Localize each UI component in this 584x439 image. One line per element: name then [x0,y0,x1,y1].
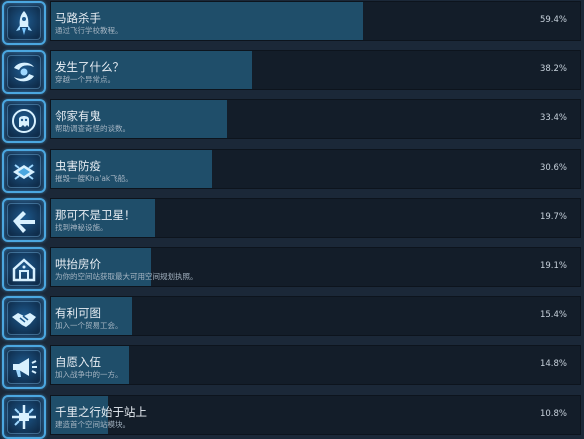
achievement-description: 找到神秘设施。 [55,223,108,232]
rocket-icon [16,11,32,35]
achievement-title: 虫害防疫 [55,159,101,173]
unlock-percentage: 19.7% [539,212,567,222]
achievement-title: 千里之行始于站上 [55,405,147,419]
unlock-percentage: 59.4% [539,15,567,25]
achievement-description: 加入一个贸易工会。 [55,321,123,330]
unlock-percentage: 38.2% [539,64,567,74]
unlock-percentage: 10.8% [539,409,567,419]
achievement-description: 摧毁一艘Kha'ak飞船。 [55,174,133,183]
unlock-percentage: 14.8% [539,359,567,369]
unlock-percentage: 15.4% [539,310,567,320]
achievement-row: 千里之行始于站上 建造首个空间站模块。 10.8% [0,394,584,439]
achievement-icon-frame [2,149,46,193]
achievement-row: 那可不是卫星！ 找到神秘设施。 19.7% [0,197,584,242]
achievement-icon-frame [2,395,46,439]
house-icon [12,258,36,282]
achievement-description: 为你的空间站获取最大可用空间规划执照。 [55,272,198,281]
achievement-description: 帮助调查奇怪的谈数。 [55,124,130,133]
achievement-description: 加入战争中的一方。 [55,370,123,379]
achievement-title: 自愿入伍 [55,355,101,369]
achievement-description: 通过飞行学校教程。 [55,26,123,35]
achievement-row: 马路杀手 通过飞行学校教程。 59.4% [0,0,584,45]
satellite-icon [13,211,35,233]
unlock-percentage: 19.1% [539,261,567,271]
achievement-description: 建造首个空间站模块。 [55,420,130,429]
ghost-icon [12,109,36,133]
achievement-title: 哄抬房价 [55,257,101,271]
achievement-row: 哄抬房价 为你的空间站获取最大可用空间规划执照。 19.1% [0,246,584,291]
achievement-icon-frame [2,247,46,291]
vortex-icon [14,62,34,82]
achievement-row: 发生了什么？ 穿越一个异常点。 38.2% [0,49,584,94]
achievement-row: 邻家有鬼 帮助调查奇怪的谈数。 33.4% [0,98,584,143]
achievement-icon-frame [2,50,46,94]
achievement-title: 马路杀手 [55,11,101,25]
achievement-icon-frame [2,1,46,45]
handshake-icon [12,313,36,327]
progress-track [50,50,581,90]
unlock-percentage: 30.6% [539,163,567,173]
achievement-title: 那可不是卫星！ [55,208,136,222]
achievement-icon-frame [2,296,46,340]
achievement-title: 有利可图 [55,306,101,320]
achievement-row: 虫害防疫 摧毁一艘Kha'ak飞船。 30.6% [0,148,584,193]
megaphone-icon [13,358,37,377]
achievement-list: 马路杀手 通过飞行学校教程。 59.4% 发生了什么？ 穿越一个异常点。 38.2% 邻家有… [0,0,584,439]
achievement-title: 发生了什么？ [55,60,124,74]
achievement-row: 有利可图 加入一个贸易工会。 15.4% [0,295,584,340]
station-icon [12,405,36,429]
achievement-icon-frame [2,345,46,389]
progress-track [50,1,581,41]
achievement-icon-frame [2,198,46,242]
unlock-percentage: 33.4% [539,113,567,123]
achievement-icon-frame [2,99,46,143]
achievement-title: 邻家有鬼 [55,109,101,123]
bug-ship-icon [13,164,35,180]
progress-track [50,345,581,385]
achievement-description: 穿越一个异常点。 [55,75,115,84]
achievement-row: 自愿入伍 加入战争中的一方。 14.8% [0,344,584,389]
progress-track [50,296,581,336]
